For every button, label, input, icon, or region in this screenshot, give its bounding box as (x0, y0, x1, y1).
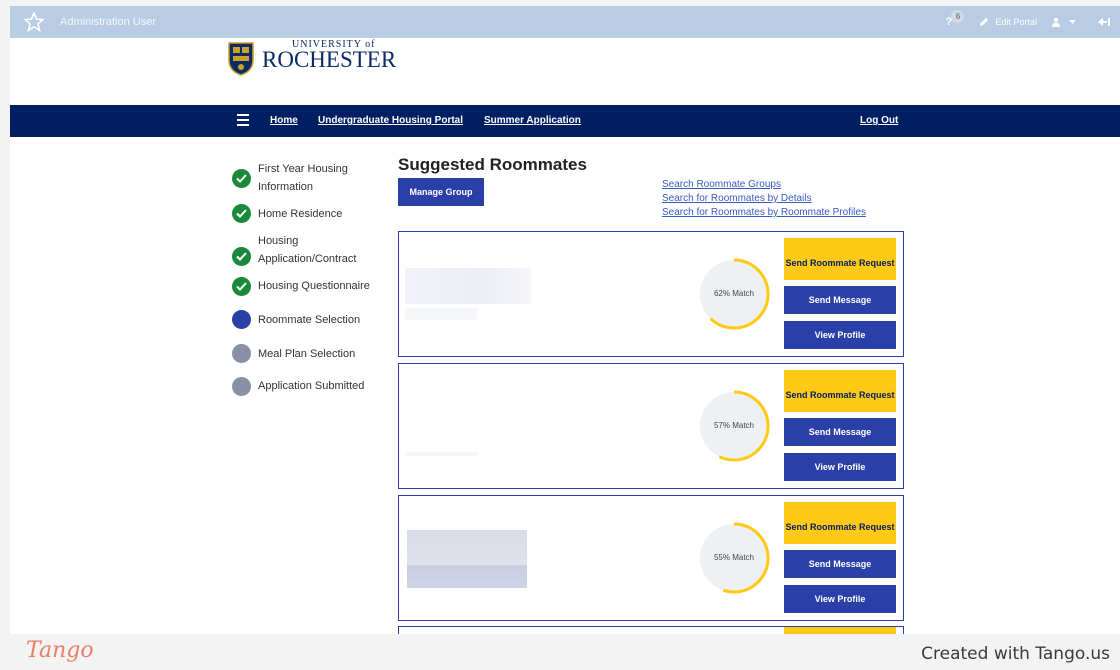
step-current-dot (232, 310, 251, 329)
manage-group-button[interactable]: Manage Group (398, 178, 484, 206)
help-notification-icon[interactable]: ? 6 (943, 10, 965, 32)
step-label: Meal Plan Selection (258, 348, 356, 360)
search-links: Search Roommate Groups Search for Roomma… (662, 178, 866, 220)
match-percentage: 55% Match (713, 553, 755, 562)
main-nav: Home Undergraduate Housing Portal Summer… (10, 105, 1120, 137)
view-profile-button[interactable]: View Profile (784, 585, 896, 613)
edit-portal-label: Edit Portal (995, 17, 1037, 27)
search-roommate-groups-link[interactable]: Search Roommate Groups (662, 178, 866, 192)
university-shield-icon (228, 42, 254, 76)
tango-logo: Tango (26, 638, 94, 663)
send-roommate-request-button[interactable]: Send Roommate Request (784, 502, 896, 544)
send-roommate-request-button[interactable]: Send Roommate Request (784, 370, 896, 412)
roommate-card: 57% Match Send Roommate Request Send Mes… (398, 363, 904, 489)
step-label: Application Submitted (258, 380, 365, 392)
send-message-button[interactable]: Send Message (784, 418, 896, 446)
step-complete-check-icon (232, 277, 251, 296)
step-complete-check-icon (232, 169, 251, 188)
page-title: Suggested Roommates (398, 155, 587, 174)
step-label: Housing Questionnaire (258, 280, 370, 292)
view-profile-button[interactable]: View Profile (784, 321, 896, 349)
match-ring: 57% Match (697, 389, 771, 463)
nav-summer-application-link[interactable]: Summer Application (484, 115, 581, 126)
logo-wordmark: UNIVERSITY of ROCHESTER (262, 38, 396, 78)
roommate-card: 62% Match Send Roommate Request Send Mes… (398, 231, 904, 357)
blurred-name (405, 452, 477, 456)
tango-credit: Created with Tango.us (921, 644, 1110, 664)
admin-bar: Administration User ? 6 Edit Portal (10, 6, 1120, 38)
send-roommate-request-button[interactable]: Send Roommate Request (784, 238, 896, 280)
step-label: Roommate Selection (258, 314, 361, 326)
blurred-name (405, 308, 477, 320)
send-message-button[interactable]: Send Message (784, 550, 896, 578)
user-menu[interactable] (1051, 17, 1076, 27)
logo-rochester-text: ROCHESTER (262, 47, 397, 72)
notification-badge: 6 (951, 10, 965, 23)
send-message-button[interactable]: Send Message (784, 286, 896, 314)
match-percentage: 57% Match (713, 421, 755, 430)
star-icon[interactable] (24, 12, 44, 32)
collapse-arrow-icon[interactable] (1098, 17, 1110, 27)
search-by-profiles-link[interactable]: Search for Roommates by Roommate Profile… (662, 206, 866, 220)
step-label: First Year Housing Information (258, 163, 348, 193)
user-icon (1052, 17, 1060, 27)
step-complete-check-icon (232, 204, 251, 223)
step-label: Housing Application/Contract (258, 235, 357, 265)
send-roommate-request-button-partial[interactable] (784, 627, 896, 634)
nav-logout-link[interactable]: Log Out (860, 115, 898, 126)
pencil-icon (980, 18, 989, 26)
admin-user-label[interactable]: Administration User (60, 16, 156, 28)
step-complete-check-icon (232, 247, 251, 266)
match-ring: 62% Match (697, 257, 771, 331)
caret-down-icon (1069, 19, 1076, 24)
blurred-profile-image (407, 530, 527, 588)
roommate-card-partial (398, 626, 904, 634)
hamburger-menu-icon[interactable] (237, 114, 249, 126)
step-pending-dot (232, 344, 251, 363)
search-by-details-link[interactable]: Search for Roommates by Details (662, 192, 866, 206)
view-profile-button[interactable]: View Profile (784, 453, 896, 481)
nav-home-link[interactable]: Home (270, 115, 298, 126)
match-percentage: 62% Match (713, 289, 755, 298)
nav-housing-portal-link[interactable]: Undergraduate Housing Portal (318, 115, 463, 126)
university-logo[interactable]: UNIVERSITY of ROCHESTER (228, 38, 396, 78)
roommate-card: 55% Match Send Roommate Request Send Mes… (398, 495, 904, 621)
blurred-profile-image (405, 268, 531, 304)
edit-portal-link[interactable]: Edit Portal (979, 17, 1037, 27)
step-pending-dot (232, 377, 251, 396)
browser-page: Administration User ? 6 Edit Portal UNIV… (10, 6, 1120, 634)
match-ring: 55% Match (697, 521, 771, 595)
step-label: Home Residence (258, 208, 343, 220)
tango-footer: Tango Created with Tango.us (0, 634, 1120, 670)
admin-bar-right: ? 6 Edit Portal (943, 6, 1120, 38)
